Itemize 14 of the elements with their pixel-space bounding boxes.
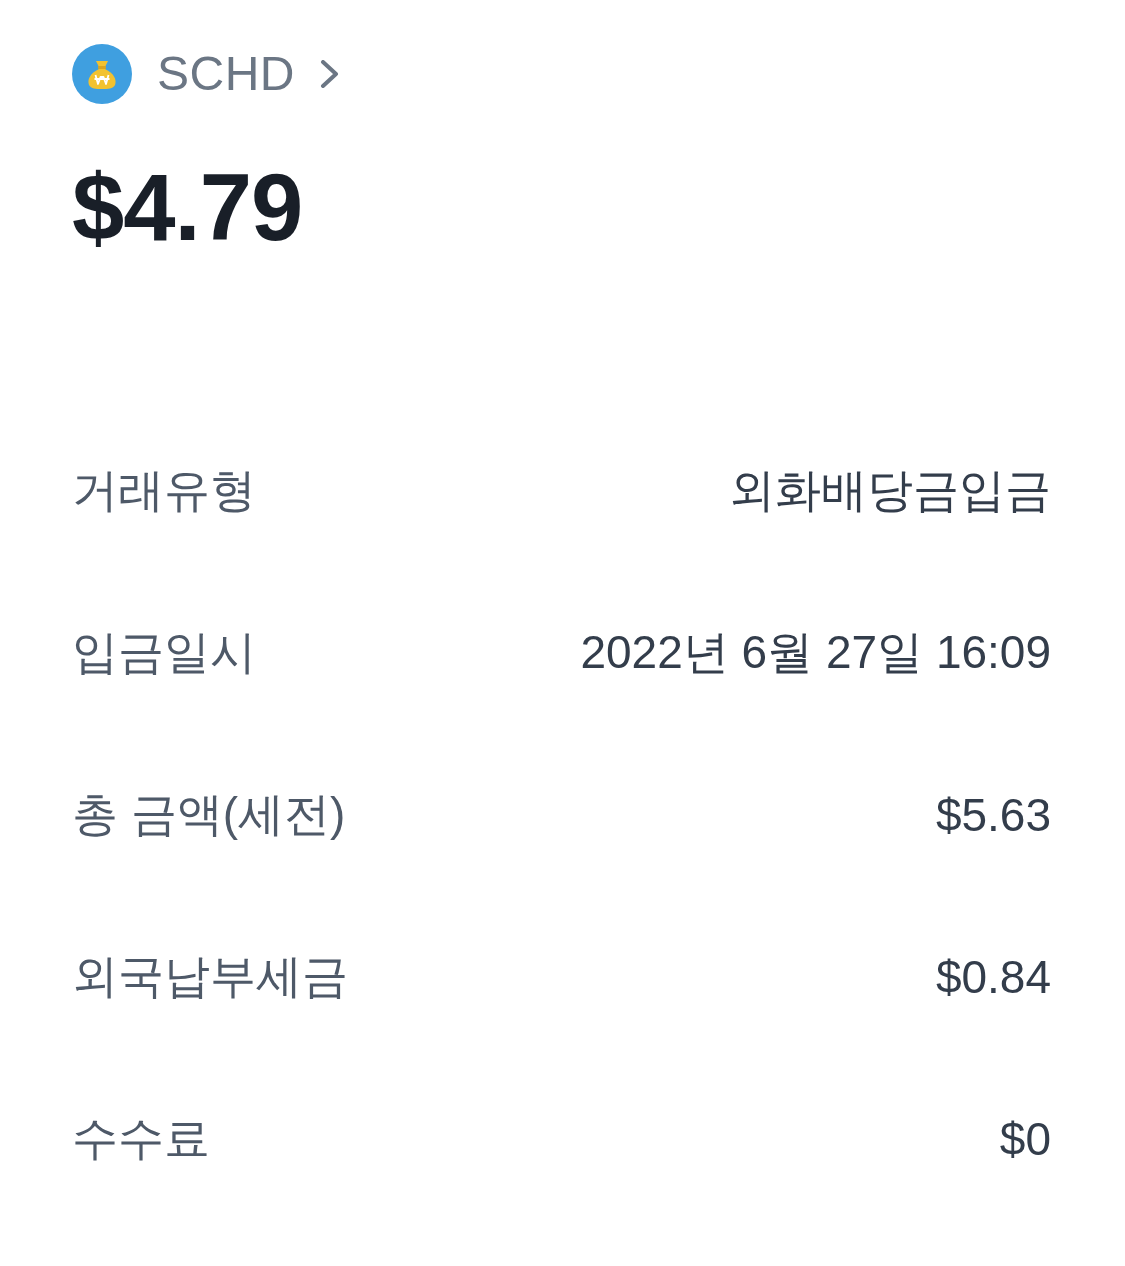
detail-value: 외화배당금입금 <box>729 463 1051 518</box>
chevron-right-icon <box>320 60 340 88</box>
detail-label: 수수료 <box>72 1111 210 1166</box>
detail-value: 2022년 6월 27일 16:09 <box>580 625 1051 680</box>
stock-link[interactable]: SCHD <box>72 44 340 104</box>
detail-value: $5.63 <box>935 788 1051 842</box>
money-bag-icon <box>72 44 132 104</box>
detail-label: 거래유형 <box>72 463 256 518</box>
detail-value: $0.84 <box>935 950 1051 1004</box>
amount-value: $4.79 <box>72 154 303 262</box>
detail-label: 총 금액(세전) <box>72 787 346 842</box>
detail-label: 입금일시 <box>72 625 256 680</box>
detail-value: $0 <box>999 1112 1051 1166</box>
detail-label: 외국납부세금 <box>72 949 348 1004</box>
